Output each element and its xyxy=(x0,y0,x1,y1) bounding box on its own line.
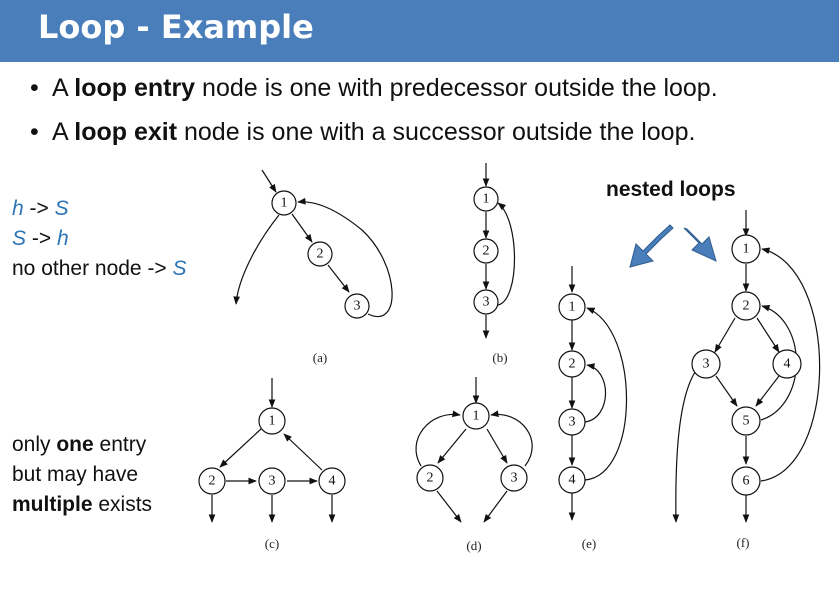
node-e-1-label: 1 xyxy=(569,300,576,315)
node-e-3-label: 3 xyxy=(569,415,576,430)
node-a-3-label: 3 xyxy=(354,299,361,314)
node-c-3-label: 3 xyxy=(269,474,276,489)
graph-c-edges xyxy=(208,378,336,523)
node-c-1-label: 1 xyxy=(269,414,276,429)
node-a-1-label: 1 xyxy=(281,196,288,211)
node-e-2-label: 2 xyxy=(569,357,576,372)
node-f-1-label: 1 xyxy=(743,242,750,257)
node-b-1-label: 1 xyxy=(483,192,490,207)
caption-e: (e) xyxy=(582,536,596,551)
node-d-2-label: 2 xyxy=(427,471,434,486)
node-c-4-label: 4 xyxy=(329,474,336,489)
node-a-2-label: 2 xyxy=(317,247,324,262)
node-c-2-label: 2 xyxy=(209,474,216,489)
caption-b: (b) xyxy=(492,350,507,365)
node-b-3-label: 3 xyxy=(483,295,490,310)
caption-a: (a) xyxy=(313,350,327,365)
graph-d-edges xyxy=(415,377,533,523)
flow-graphs: 1 2 3 1 2 3 1 2 3 4 1 2 3 1 2 3 4 1 2 3 … xyxy=(198,163,821,553)
nested-arrow-right xyxy=(683,227,717,262)
node-d-3-label: 3 xyxy=(511,471,518,486)
node-f-3-label: 3 xyxy=(703,357,710,372)
caption-d: (d) xyxy=(466,538,481,553)
node-f-6-label: 6 xyxy=(743,474,750,489)
nested-arrow-left xyxy=(629,224,674,268)
node-d-1-label: 1 xyxy=(473,409,480,424)
caption-c: (c) xyxy=(265,536,279,551)
node-f-2-label: 2 xyxy=(743,299,750,314)
node-f-4-label: 4 xyxy=(784,357,791,372)
caption-f: (f) xyxy=(737,535,750,550)
node-e-4-label: 4 xyxy=(569,473,576,488)
node-f-5-label: 5 xyxy=(743,414,750,429)
node-b-2-label: 2 xyxy=(483,244,490,259)
